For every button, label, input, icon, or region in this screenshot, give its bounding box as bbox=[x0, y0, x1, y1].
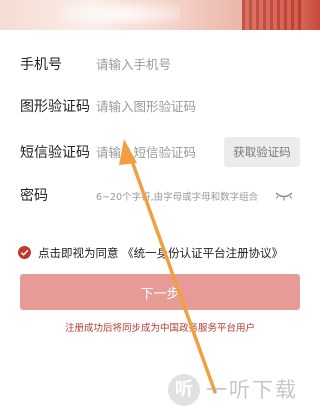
phone-input[interactable] bbox=[96, 55, 296, 75]
sms-input[interactable] bbox=[96, 143, 220, 163]
watermark-logo-glyph: 听 bbox=[175, 379, 193, 400]
captcha-label: 图形验证码 bbox=[20, 99, 90, 115]
watermark-text: 一听下载 bbox=[206, 378, 298, 402]
password-row: 密码 bbox=[0, 180, 320, 216]
password-label: 密码 bbox=[20, 188, 48, 204]
agreement-text[interactable]: 点击即视为同意 《统一身份认证平台注册协议》 bbox=[38, 245, 283, 261]
phone-row: 手机号 bbox=[0, 46, 320, 82]
watermark-logo-icon: 听 bbox=[168, 374, 200, 406]
eye-closed-icon[interactable] bbox=[274, 189, 294, 203]
agreement-row: 点击即视为同意 《统一身份认证平台注册协议》 bbox=[18, 244, 308, 262]
sync-note: 注册成功后将同步成为中国政务服务平台用户 bbox=[64, 323, 255, 334]
phone-label: 手机号 bbox=[20, 57, 62, 73]
sms-label: 短信验证码 bbox=[20, 145, 90, 161]
header-banner bbox=[0, 0, 320, 30]
check-circle-icon[interactable] bbox=[18, 246, 31, 259]
banner-highlight bbox=[60, 4, 180, 24]
next-button[interactable]: 下一步 bbox=[20, 274, 300, 310]
captcha-row: 图形验证码 bbox=[0, 88, 320, 124]
get-code-button[interactable]: 获取验证码 bbox=[224, 137, 300, 167]
captcha-input[interactable] bbox=[96, 97, 296, 117]
password-input[interactable] bbox=[96, 188, 272, 208]
banner-decoration bbox=[242, 0, 302, 30]
watermark: 听 一听下载 bbox=[168, 372, 318, 412]
